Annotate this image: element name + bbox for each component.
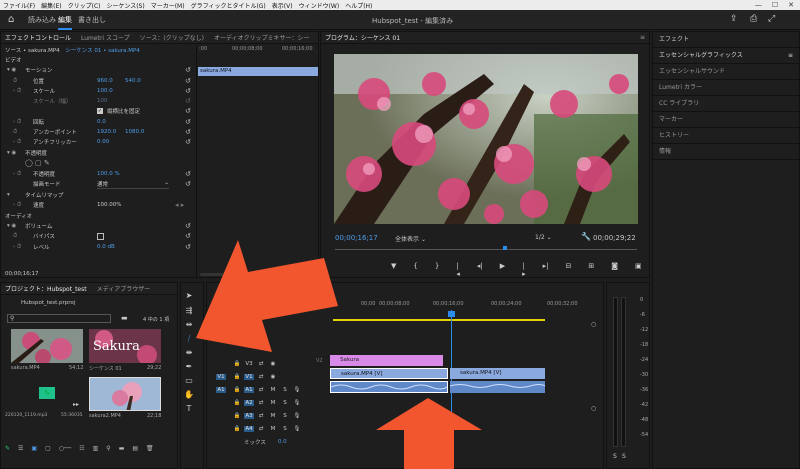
annotation-arrows (196, 240, 482, 469)
arrow-up-annotation (376, 398, 482, 469)
arrow-left-annotation (196, 240, 338, 352)
